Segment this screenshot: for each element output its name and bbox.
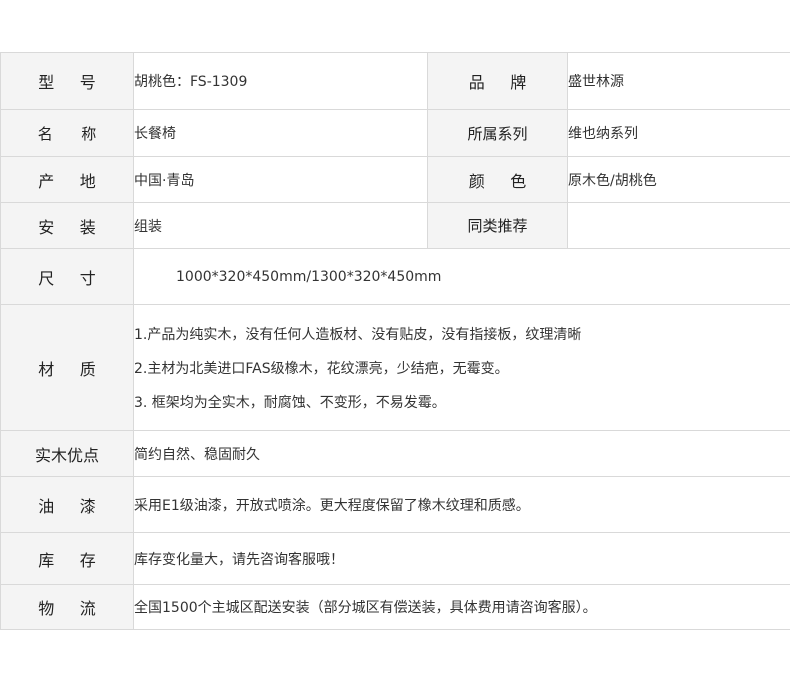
table-row: 型号 胡桃色：FS-1309 品牌 盛世林源	[0, 52, 790, 110]
advantage-value: 简约自然、稳固耐久	[133, 430, 790, 477]
stock-value: 库存变化量大，请先咨询客服哦！	[133, 532, 790, 585]
origin-label: 产地	[38, 171, 122, 191]
install-label: 安装	[38, 217, 122, 237]
material-line: 1.产品为纯实木，没有任何人造板材、没有贴皮，没有指接板，纹理清晰	[134, 326, 582, 343]
table-row: 产地 中国·青岛 颜色 原木色/胡桃色	[0, 156, 790, 203]
advantage-label: 实木优点	[0, 430, 134, 477]
install-value: 组装	[133, 202, 428, 249]
logistics-label: 物流	[38, 599, 122, 618]
paint-label-cell: 油漆	[0, 476, 134, 533]
table-row: 实木优点 简约自然、稳固耐久	[0, 430, 790, 477]
table-row: 材质 1.产品为纯实木，没有任何人造板材、没有贴皮，没有指接板，纹理清晰 2.主…	[0, 304, 790, 431]
material-label: 材质	[38, 359, 122, 379]
series-value: 维也纳系列	[567, 109, 790, 157]
table-row: 尺寸 1000*320*450mm/1300*320*450mm	[0, 248, 790, 305]
table-row: 油漆 采用E1级油漆，开放式喷涂。更大程度保留了橡木纹理和质感。	[0, 476, 790, 533]
color-label-cell: 颜色	[427, 156, 568, 203]
size-label-cell: 尺寸	[0, 248, 134, 305]
name-label-cell: 名称	[0, 109, 134, 157]
paint-value: 采用E1级油漆，开放式喷涂。更大程度保留了橡木纹理和质感。	[133, 476, 790, 533]
install-label-cell: 安装	[0, 202, 134, 249]
stock-label-cell: 库存	[0, 532, 134, 585]
origin-value: 中国·青岛	[133, 156, 428, 203]
color-value: 原木色/胡桃色	[567, 156, 790, 203]
brand-value: 盛世林源	[567, 52, 790, 110]
related-value	[567, 202, 790, 249]
model-label-cell: 型号	[0, 52, 134, 110]
size-value: 1000*320*450mm/1300*320*450mm	[133, 248, 790, 305]
color-label: 颜色	[468, 171, 552, 191]
related-label: 同类推荐	[427, 202, 568, 249]
stock-label: 库存	[38, 550, 122, 570]
paint-label: 油漆	[38, 496, 122, 516]
table-row: 库存 库存变化量大，请先咨询客服哦！	[0, 532, 790, 585]
table-row: 物流 全国1500个主城区配送安装（部分城区有偿送装，具体费用请咨询客服）。	[0, 584, 790, 630]
material-line: 3. 框架均为全实木，耐腐蚀、不变形，不易发霉。	[134, 394, 446, 411]
series-label: 所属系列	[427, 109, 568, 157]
material-label-cell: 材质	[0, 304, 134, 431]
material-line: 2.主材为北美进口FAS级橡木，花纹漂亮，少结疤，无霉变。	[134, 360, 509, 377]
name-label: 名称	[37, 124, 125, 143]
logistics-value: 全国1500个主城区配送安装（部分城区有偿送装，具体费用请咨询客服）。	[133, 584, 790, 630]
brand-label: 品牌	[468, 73, 552, 92]
model-label: 型号	[38, 73, 122, 92]
size-label: 尺寸	[38, 268, 122, 288]
table-row: 安装 组装 同类推荐	[0, 202, 790, 249]
origin-label-cell: 产地	[0, 156, 134, 203]
logistics-label-cell: 物流	[0, 584, 134, 630]
brand-label-cell: 品牌	[427, 52, 568, 110]
name-value: 长餐椅	[133, 109, 428, 157]
product-spec-table: 型号 胡桃色：FS-1309 品牌 盛世林源 名称 长餐椅 所属系列 维也纳系列…	[0, 52, 790, 630]
model-value: 胡桃色：FS-1309	[133, 52, 428, 110]
table-row: 名称 长餐椅 所属系列 维也纳系列	[0, 109, 790, 157]
material-value: 1.产品为纯实木，没有任何人造板材、没有贴皮，没有指接板，纹理清晰 2.主材为北…	[133, 304, 790, 431]
